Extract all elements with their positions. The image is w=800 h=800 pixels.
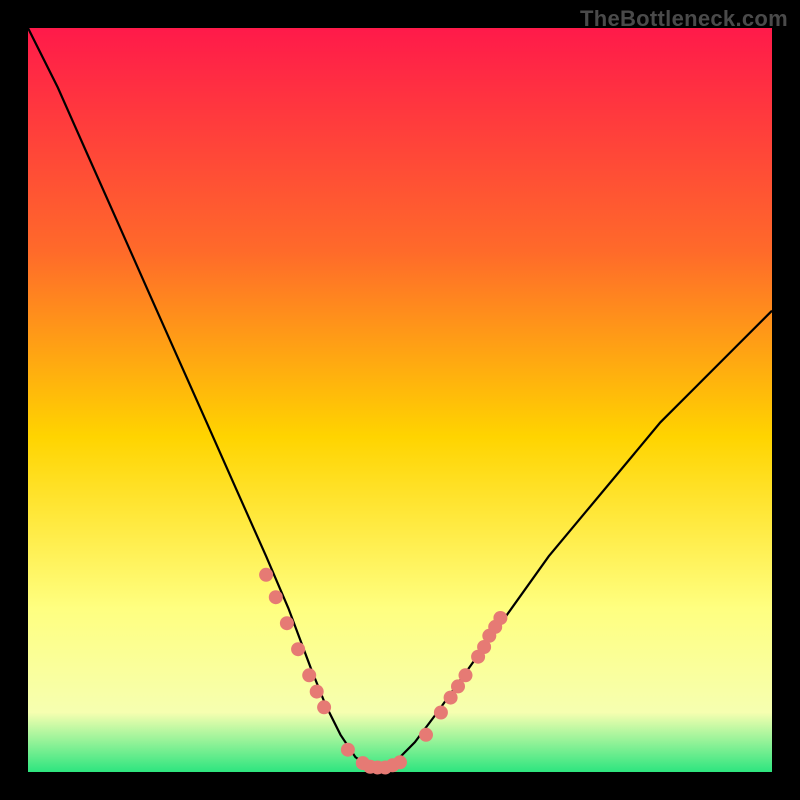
data-point <box>493 611 507 625</box>
data-point <box>310 685 324 699</box>
chart-frame: TheBottleneck.com <box>0 0 800 800</box>
data-point <box>393 755 407 769</box>
data-point <box>280 616 294 630</box>
data-point <box>341 743 355 757</box>
data-point <box>259 568 273 582</box>
watermark-text: TheBottleneck.com <box>580 6 788 32</box>
data-point <box>419 728 433 742</box>
data-point <box>291 642 305 656</box>
data-point <box>434 706 448 720</box>
plot-area <box>28 28 772 772</box>
data-point <box>317 700 331 714</box>
bottleneck-chart <box>0 0 800 800</box>
data-point <box>302 668 316 682</box>
data-point <box>459 668 473 682</box>
data-point <box>269 590 283 604</box>
